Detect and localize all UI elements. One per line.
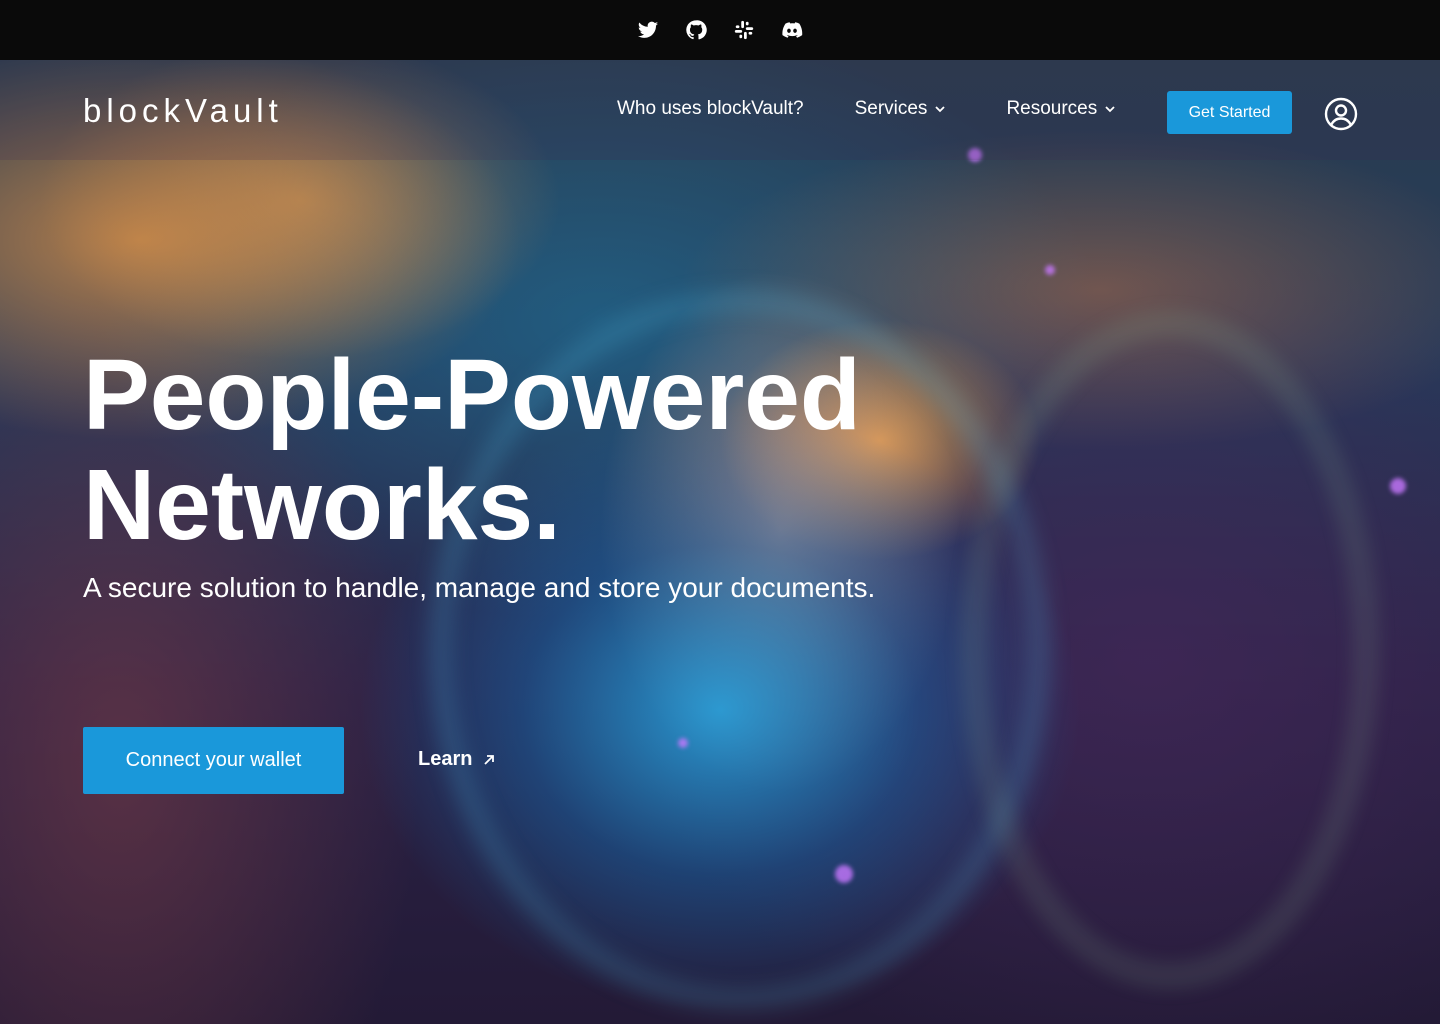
nav-services-dropdown[interactable]: Services: [855, 98, 947, 120]
hero-headline-line2: Networks.: [83, 449, 561, 561]
nav-links: Who uses blockVault? Services Resources: [617, 98, 1116, 120]
star: [1045, 265, 1055, 275]
social-bar: [0, 0, 1440, 60]
brand-logo[interactable]: blockVault: [83, 92, 283, 130]
nav-resources-label: Resources: [1006, 98, 1098, 119]
get-started-button[interactable]: Get Started: [1167, 91, 1292, 134]
nav-who-uses-label: Who uses blockVault?: [617, 98, 804, 119]
star: [835, 865, 853, 883]
star: [1390, 478, 1406, 494]
slack-icon[interactable]: [733, 19, 755, 41]
nav-resources-dropdown[interactable]: Resources: [1006, 98, 1116, 120]
github-icon[interactable]: [685, 19, 707, 41]
learn-link[interactable]: Learn: [418, 748, 496, 771]
nav-services-label: Services: [854, 98, 928, 119]
user-account-icon[interactable]: [1324, 97, 1358, 131]
connect-wallet-button[interactable]: Connect your wallet: [83, 727, 344, 794]
arrow-up-right-icon: [484, 754, 495, 765]
discord-icon[interactable]: [781, 19, 803, 41]
nebula-ring: [960, 310, 1380, 990]
nav-who-uses[interactable]: Who uses blockVault?: [617, 98, 804, 120]
star: [678, 738, 688, 748]
hero-headline-line1: People-Powered: [83, 339, 861, 451]
chevron-down-icon: [935, 106, 946, 113]
twitter-icon[interactable]: [637, 19, 659, 41]
learn-link-label: Learn: [418, 748, 473, 770]
chevron-down-icon: [1105, 106, 1115, 113]
hero-subheadline: A secure solution to handle, manage and …: [83, 572, 876, 603]
navbar: blockVault Who uses blockVault? Services…: [0, 60, 1440, 160]
hero-headline: People-Powered Networks.: [83, 340, 983, 560]
